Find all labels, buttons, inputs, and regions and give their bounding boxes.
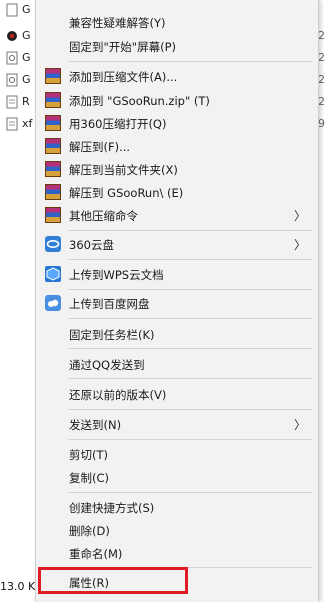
menu-item-pin-taskbar[interactable]: 固定到任务栏(K) (36, 323, 318, 345)
menu-item-label: 删除(D) (69, 524, 110, 538)
menu-item-label: 添加到 "GSooRun.zip" (T) (69, 94, 210, 108)
menu-item-label: 剪切(T) (69, 448, 108, 462)
menu-item-open-360[interactable]: 用360压缩打开(Q) (36, 112, 318, 134)
app-icon (6, 29, 18, 43)
menu-item-upload-baidu[interactable]: 上传到百度网盘 (36, 292, 318, 314)
file-meta: 2 (318, 29, 325, 42)
menu-separator (68, 439, 312, 440)
menu-separator (68, 61, 312, 62)
menu-item-extract-here[interactable]: 解压到当前文件夹(X) (36, 158, 318, 180)
menu-item-label: 复制(C) (69, 471, 110, 485)
settings-file-icon (6, 51, 18, 65)
menu-item-cut[interactable]: 剪切(T) (36, 443, 318, 465)
menu-item-label: 重命名(M) (69, 547, 123, 561)
submenu-arrow-icon: 〉 (293, 418, 306, 432)
menu-item-add-to-archive[interactable]: 添加到压缩文件(A)... (36, 65, 318, 87)
menu-item-pin-start[interactable]: 固定到"开始"屏幕(P) (36, 35, 318, 57)
menu-item-label: 360云盘 (69, 238, 114, 252)
submenu-arrow-icon: 〉 (293, 238, 306, 252)
menu-item-label: 上传到WPS云文档 (69, 268, 164, 282)
file-meta: 9 (318, 117, 325, 130)
menu-item-label: 还原以前的版本(V) (69, 388, 167, 402)
menu-item-label: 其他压缩命令 (69, 209, 138, 223)
menu-item-compat-troubleshoot[interactable]: 兼容性疑难解答(Y) (36, 11, 318, 33)
menu-item-send-to[interactable]: 发送到(N) 〉 (36, 413, 318, 435)
context-menu: 兼容性疑难解答(Y) 固定到"开始"屏幕(P) 添加到压缩文件(A)... 添加… (35, 0, 319, 602)
file-meta: 2 (318, 51, 325, 64)
360-cloud-icon (45, 236, 61, 252)
file-icon (6, 3, 18, 17)
file-name: R (22, 95, 30, 108)
winrar-icon (45, 161, 61, 177)
menu-item-extract-to[interactable]: 解压到(F)... (36, 135, 318, 157)
highlight-box (38, 567, 188, 594)
menu-separator (68, 318, 312, 319)
winrar-icon (45, 184, 61, 200)
menu-item-label: 固定到"开始"屏幕(P) (69, 40, 176, 54)
winrar-icon (45, 207, 61, 223)
menu-separator (68, 492, 312, 493)
settings-file-icon (6, 73, 18, 87)
file-name: xf (22, 117, 33, 130)
menu-item-label: 创建快捷方式(S) (69, 501, 155, 515)
menu-item-extract-folder[interactable]: 解压到 GSooRun\ (E) (36, 181, 318, 203)
menu-separator (68, 409, 312, 410)
document-icon (6, 95, 18, 109)
menu-item-delete[interactable]: 删除(D) (36, 519, 318, 541)
submenu-arrow-icon: 〉 (293, 209, 306, 223)
winrar-icon (45, 68, 61, 84)
winrar-icon (45, 138, 61, 154)
menu-item-add-to-zip[interactable]: 添加到 "GSooRun.zip" (T) (36, 89, 318, 111)
menu-separator (68, 230, 312, 231)
menu-item-label: 发送到(N) (69, 418, 122, 432)
menu-item-restore-previous[interactable]: 还原以前的版本(V) (36, 383, 318, 405)
menu-item-360-cloud[interactable]: 360云盘 〉 (36, 233, 318, 255)
menu-item-label: 添加到压缩文件(A)... (69, 70, 178, 84)
menu-item-upload-wps[interactable]: 上传到WPS云文档 (36, 263, 318, 285)
menu-item-copy[interactable]: 复制(C) (36, 466, 318, 488)
menu-item-label: 解压到(F)... (69, 140, 131, 154)
wps-cloud-icon (45, 266, 61, 282)
menu-item-create-shortcut[interactable]: 创建快捷方式(S) (36, 496, 318, 518)
menu-item-more-compress[interactable]: 其他压缩命令 〉 (36, 204, 318, 226)
baidu-netdisk-icon (45, 295, 61, 311)
winrar-icon (45, 115, 61, 131)
file-name: G (22, 29, 31, 42)
menu-item-label: 上传到百度网盘 (69, 297, 150, 311)
file-meta: 2 (318, 73, 325, 86)
menu-item-label: 解压到当前文件夹(X) (69, 163, 178, 177)
menu-item-label: 固定到任务栏(K) (69, 328, 155, 342)
file-name: G (22, 3, 31, 16)
menu-item-label: 兼容性疑难解答(Y) (69, 16, 166, 30)
status-bar-size: 13.0 K (0, 580, 36, 593)
menu-item-label: 解压到 GSooRun\ (E) (69, 186, 184, 200)
menu-item-label: 通过QQ发送到 (69, 358, 145, 372)
file-meta: 2 (318, 95, 325, 108)
menu-separator (68, 378, 312, 379)
menu-separator (68, 348, 312, 349)
menu-item-label: 用360压缩打开(Q) (69, 117, 167, 131)
file-name: G (22, 51, 31, 64)
menu-item-send-qq[interactable]: 通过QQ发送到 (36, 353, 318, 375)
menu-item-rename[interactable]: 重命名(M) (36, 542, 318, 564)
menu-separator (68, 259, 312, 260)
document-icon (6, 117, 18, 131)
file-name: G (22, 73, 31, 86)
menu-separator (68, 289, 312, 290)
winrar-icon (45, 92, 61, 108)
